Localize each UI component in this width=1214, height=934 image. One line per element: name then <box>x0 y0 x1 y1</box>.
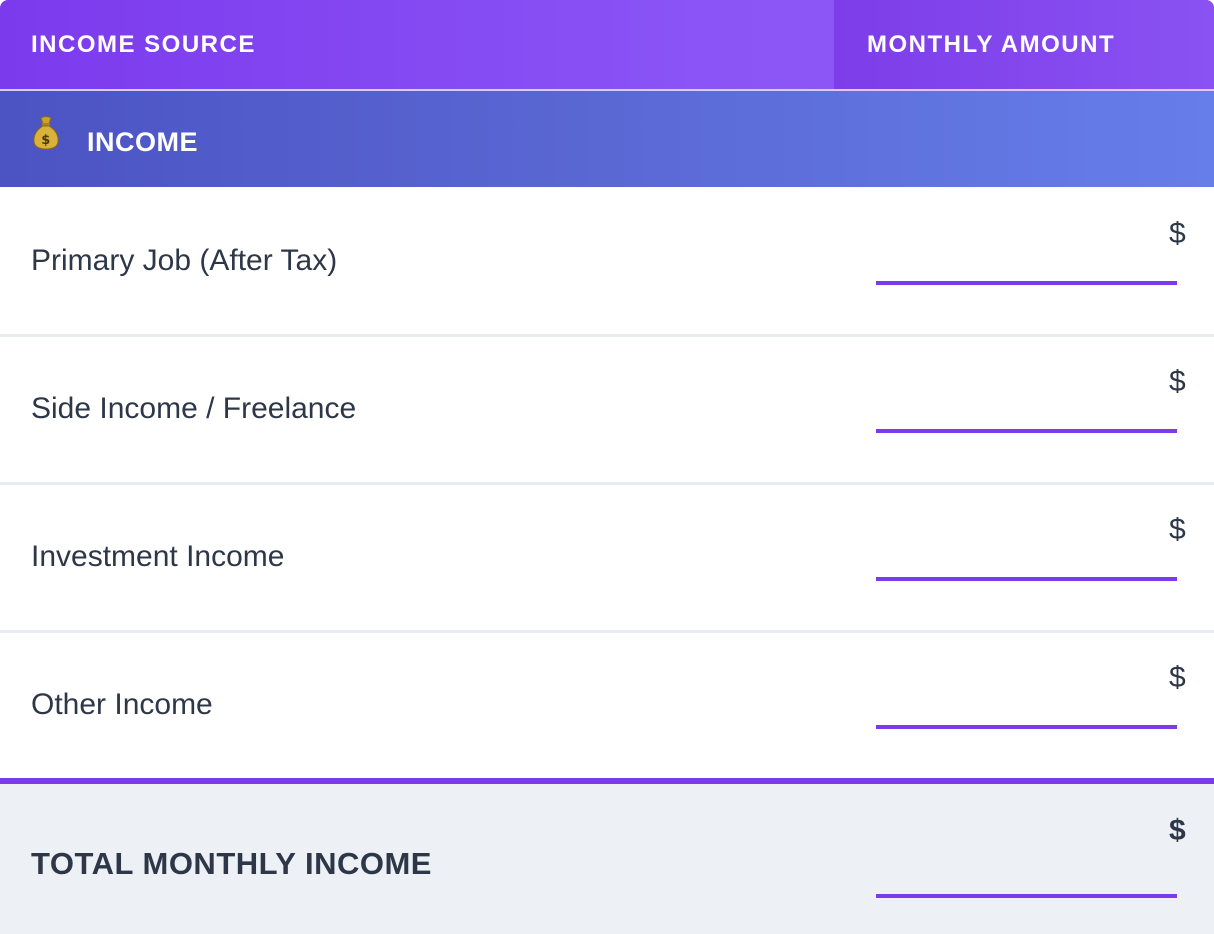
money-bag-icon: $ <box>32 115 60 151</box>
side-income-amount-input[interactable] <box>876 393 1177 433</box>
table-header: INCOME SOURCE MONTHLY AMOUNT <box>0 0 1214 91</box>
income-section-header: $ INCOME <box>0 91 1214 187</box>
currency-symbol: $ <box>1169 814 1186 847</box>
total-monthly-income-field[interactable] <box>876 858 1177 898</box>
monthly-amount-header: MONTHLY AMOUNT <box>834 0 1214 89</box>
income-table: INCOME SOURCE MONTHLY AMOUNT $ INCOME Pr… <box>0 0 1214 934</box>
row-label: Primary Job (After Tax) <box>31 244 338 277</box>
total-label: TOTAL MONTHLY INCOME <box>31 846 432 881</box>
row-label: Side Income / Freelance <box>31 392 357 425</box>
table-row: Primary Job (After Tax) $ <box>0 187 1214 337</box>
row-label: Other Income <box>31 688 213 721</box>
table-row: Other Income $ <box>0 633 1214 778</box>
total-row: TOTAL MONTHLY INCOME $ <box>0 778 1214 934</box>
other-income-amount-input[interactable] <box>876 689 1177 729</box>
primary-job-amount-input[interactable] <box>876 245 1177 285</box>
row-label: Investment Income <box>31 540 285 573</box>
svg-text:$: $ <box>41 133 51 148</box>
investment-income-amount-input[interactable] <box>876 541 1177 581</box>
table-row: Side Income / Freelance $ <box>0 337 1214 485</box>
income-source-header: INCOME SOURCE <box>31 30 256 58</box>
section-label: INCOME <box>87 127 198 157</box>
table-row: Investment Income $ <box>0 485 1214 633</box>
